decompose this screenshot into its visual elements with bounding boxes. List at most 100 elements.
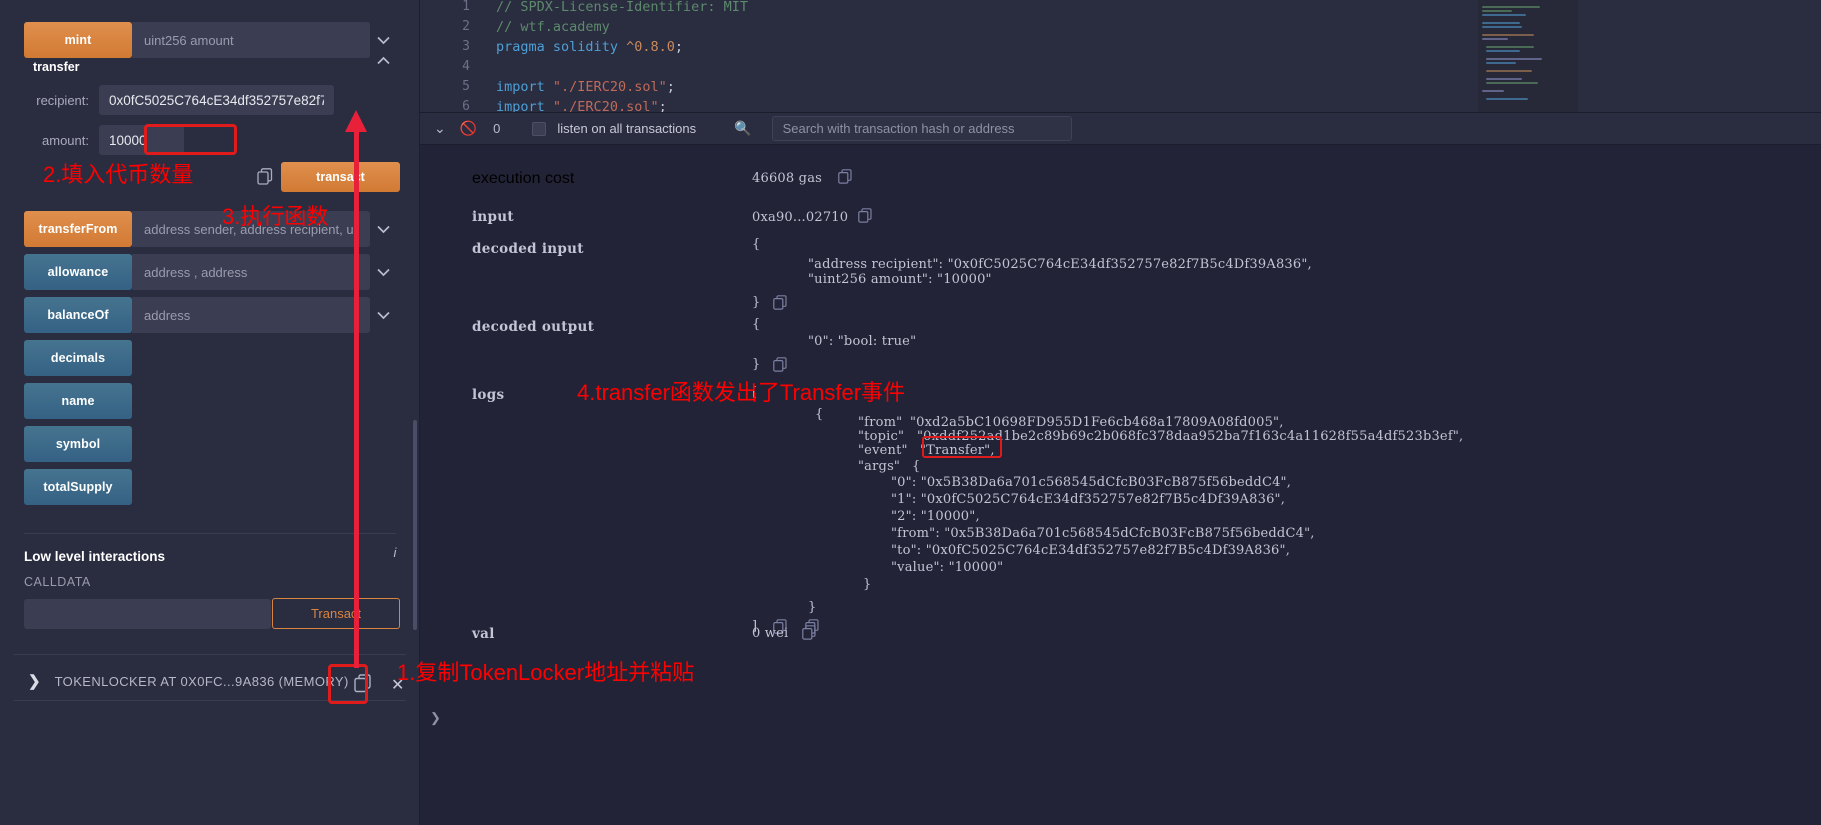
execution-cost-key: execution cost bbox=[472, 170, 575, 187]
allowance-input[interactable] bbox=[132, 254, 370, 290]
name-button[interactable]: name bbox=[24, 383, 132, 419]
symbol-button[interactable]: symbol bbox=[24, 426, 132, 462]
copy-icon-val[interactable] bbox=[802, 625, 816, 640]
recipient-input[interactable] bbox=[99, 85, 334, 115]
mint-amount-input[interactable] bbox=[132, 22, 370, 58]
function-row-decimals: decimals bbox=[24, 340, 396, 376]
decoded-input-line-1: "uint256 amount": "10000" bbox=[808, 272, 992, 287]
input-value: 0xa90...02710 bbox=[752, 210, 849, 225]
highlight-copy-contract bbox=[328, 664, 368, 704]
panel-scrollbar[interactable] bbox=[413, 420, 417, 630]
decoded-output-close-brace: } bbox=[752, 357, 761, 372]
low-level-transact-button[interactable]: Transact bbox=[272, 598, 400, 629]
annotation-step-1: 1.复制TokenLocker地址并粘贴 bbox=[397, 660, 695, 685]
input-key: input bbox=[472, 209, 514, 225]
code-editor[interactable]: 1 // SPDX-License-Identifier: MIT 2 // wtf.… bbox=[420, 0, 1481, 112]
copy-icon-decoded-output[interactable] bbox=[773, 357, 787, 372]
divider-low-level bbox=[24, 533, 396, 534]
info-icon[interactable]: i bbox=[388, 545, 402, 561]
logs-entry-1-key: "topic" bbox=[858, 429, 905, 444]
chevron-up-icon-transfer[interactable] bbox=[377, 56, 390, 65]
transaction-terminal: ⌄ 🚫 0 listen on all transactions 🔍 execu… bbox=[420, 112, 1821, 825]
annotation-step-4: 4.transfer函数发出了Transfer事件 bbox=[577, 380, 906, 405]
line-number: 5 bbox=[462, 79, 470, 94]
terminal-body: execution cost 46608 gas input 0xa90...0… bbox=[420, 145, 1821, 825]
transfer-section-label: transfer bbox=[33, 60, 80, 74]
listen-all-label: listen on all transactions bbox=[557, 121, 697, 136]
copy-icon-transfer[interactable] bbox=[257, 168, 273, 185]
decoded-input-key: decoded input bbox=[472, 241, 584, 257]
highlight-amount-input bbox=[144, 124, 237, 155]
chevron-down-icon-mint[interactable] bbox=[370, 22, 396, 58]
val-key: val bbox=[472, 626, 495, 642]
chevron-right-icon[interactable]: ❯ bbox=[28, 672, 41, 690]
logs-open-brace: { bbox=[815, 407, 824, 422]
listen-all-checkbox[interactable] bbox=[532, 121, 547, 136]
editor-minimap[interactable] bbox=[1478, 0, 1578, 112]
copy-icon-execution-cost[interactable] bbox=[838, 169, 852, 184]
balanceof-button[interactable]: balanceOf bbox=[24, 297, 132, 333]
function-row-totalsupply: totalSupply bbox=[24, 469, 396, 505]
decoded-output-line-0: "0": "bool: true" bbox=[808, 334, 917, 349]
code-text: // wtf.academy bbox=[496, 19, 610, 35]
decoded-input-close-brace: } bbox=[752, 295, 761, 310]
mint-button[interactable]: mint bbox=[24, 22, 132, 58]
logs-entry-3-value: { bbox=[912, 459, 921, 474]
calldata-input[interactable] bbox=[24, 599, 271, 629]
chevron-right-icon-terminal[interactable]: ❯ bbox=[430, 710, 441, 726]
calldata-label: CALLDATA bbox=[24, 575, 91, 589]
pending-count: 0 bbox=[493, 121, 501, 136]
annotation-step-2: 2.填入代币数量 bbox=[43, 162, 194, 187]
code-text: import "./ERC20.sol"; bbox=[496, 99, 667, 112]
logs-entry-0-value: "0xd2a5bC10698FD955D1Fe6cb468a17809A08fd… bbox=[910, 415, 1284, 430]
logs-close-args: } bbox=[863, 577, 872, 592]
line-number: 3 bbox=[462, 39, 470, 54]
code-line-6: 6 import "./ERC20.sol"; bbox=[420, 97, 1481, 112]
collapse-all-icon[interactable]: ⌄ bbox=[434, 120, 446, 137]
divider-deployed bbox=[14, 654, 406, 655]
execution-cost-value: 46608 gas bbox=[752, 171, 823, 186]
highlight-transfer-event bbox=[922, 436, 1002, 458]
allowance-button[interactable]: allowance bbox=[24, 254, 132, 290]
chevron-down-icon-allowance[interactable] bbox=[370, 254, 396, 290]
function-row-transferfrom: transferFrom bbox=[24, 211, 396, 247]
clear-console-icon[interactable]: 🚫 bbox=[460, 120, 477, 137]
logs-arg-4: "to": "0x0fC5025C764cE34df352757e82f7B5c… bbox=[891, 543, 1291, 558]
function-row-name: name bbox=[24, 383, 396, 419]
copy-icon-decoded-input[interactable] bbox=[773, 295, 787, 310]
logs-entry-2-key: "event" bbox=[858, 443, 908, 458]
transact-button[interactable]: transact bbox=[281, 162, 400, 192]
chevron-down-icon-transferfrom[interactable] bbox=[370, 211, 396, 247]
deployed-contract-label: TOKENLOCKER AT 0X0FC...9A836 (MEMORY) bbox=[54, 673, 349, 689]
search-icon[interactable]: 🔍 bbox=[734, 120, 751, 137]
logs-arg-5: "value": "10000" bbox=[891, 560, 1004, 575]
code-line-1: 1 // SPDX-License-Identifier: MIT bbox=[420, 0, 1481, 17]
annotation-step-3: 3.执行函数 bbox=[222, 204, 329, 229]
chevron-down-icon-balanceof[interactable] bbox=[370, 297, 396, 333]
decoded-output-open-brace: { bbox=[752, 317, 761, 332]
decimals-button[interactable]: decimals bbox=[24, 340, 132, 376]
totalsupply-button[interactable]: totalSupply bbox=[24, 469, 132, 505]
line-number: 1 bbox=[462, 0, 470, 14]
decoded-input-line-0: "address recipient": "0x0fC5025C764cE34d… bbox=[808, 257, 1312, 272]
val-value: 0 wei bbox=[752, 626, 789, 641]
code-line-2: 2 // wtf.academy bbox=[420, 17, 1481, 37]
logs-arg-1: "1": "0x0fC5025C764cE34df352757e82f7B5c4… bbox=[891, 492, 1286, 507]
transferfrom-button[interactable]: transferFrom bbox=[24, 211, 132, 247]
search-input[interactable] bbox=[771, 116, 1072, 141]
logs-arg-3: "from": "0x5B38Da6a701c568545dCfcB03FcB8… bbox=[891, 526, 1315, 541]
code-text: import "./IERC20.sol"; bbox=[496, 79, 675, 95]
code-text: // SPDX-License-Identifier: MIT bbox=[496, 0, 748, 15]
function-row-allowance: allowance bbox=[24, 254, 396, 290]
function-row-symbol: symbol bbox=[24, 426, 396, 462]
code-line-4: 4 bbox=[420, 57, 1481, 77]
code-text: pragma solidity ^0.8.0; bbox=[496, 39, 684, 55]
copy-icon-input[interactable] bbox=[858, 208, 872, 223]
annotation-arrow-shaft bbox=[354, 130, 359, 668]
line-number: 2 bbox=[462, 19, 470, 34]
deployed-contract-row[interactable]: ❯ TOKENLOCKER AT 0X0FC...9A836 (MEMORY) bbox=[28, 672, 349, 690]
balanceof-input[interactable] bbox=[132, 297, 370, 333]
recipient-label: recipient: bbox=[36, 92, 89, 108]
logs-arg-2: "2": "10000", bbox=[891, 509, 980, 524]
